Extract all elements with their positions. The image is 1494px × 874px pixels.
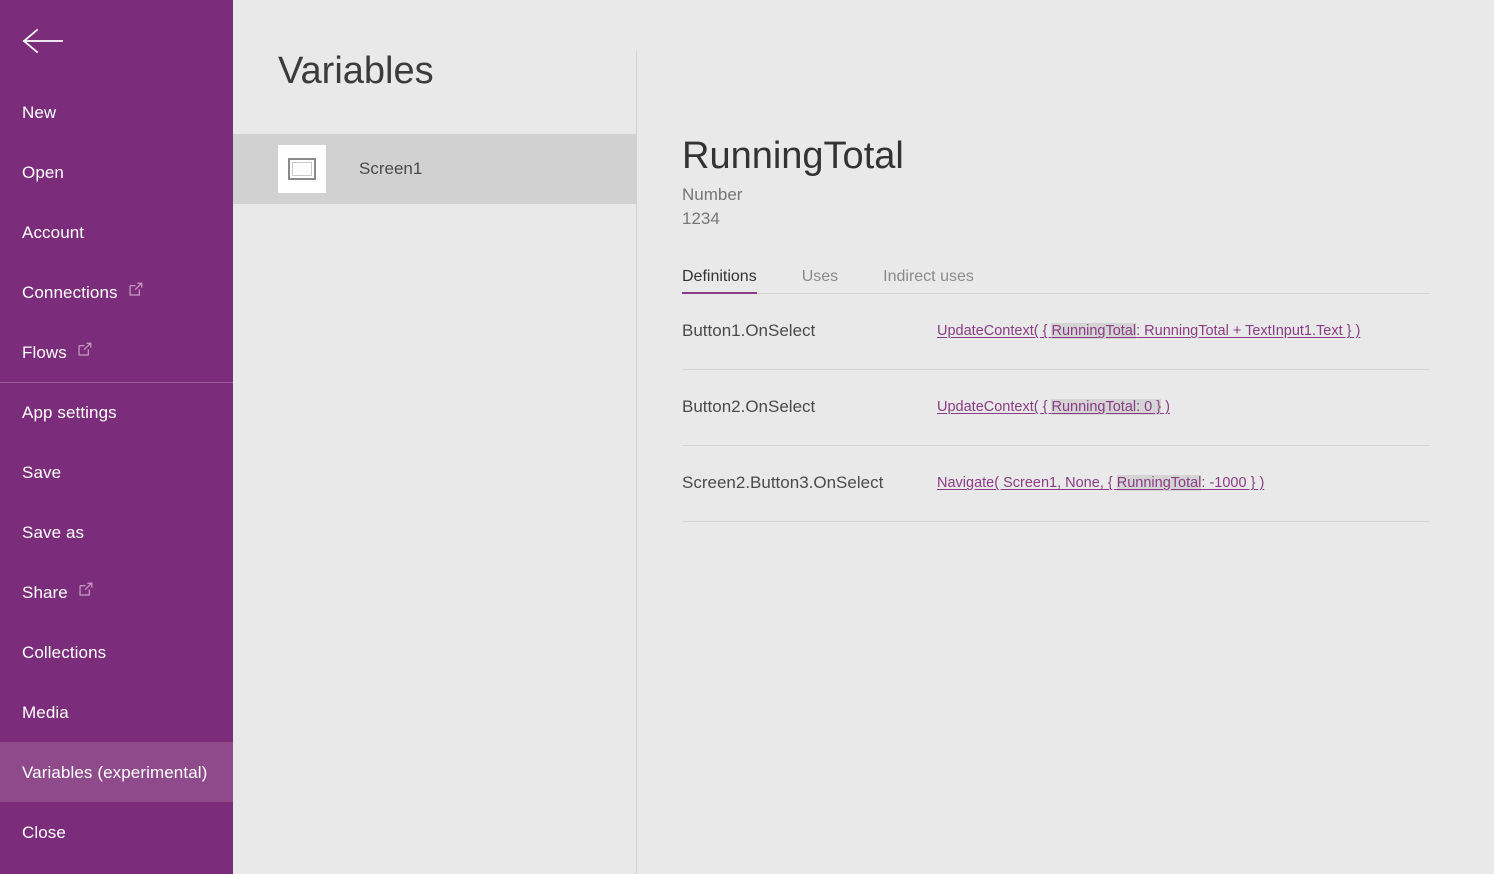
table-row: Button2.OnSelectUpdateContext( { Running… — [682, 370, 1429, 446]
sidebar-item-collections[interactable]: Collections — [0, 622, 233, 682]
left-sidebar: New Open Account Connections Flows App settin… — [0, 0, 233, 874]
sidebar-item-connections[interactable]: Connections — [0, 262, 233, 322]
sidebar-item-share[interactable]: Share — [0, 562, 233, 622]
table-row: Screen2.Button3.OnSelectNavigate( Screen… — [682, 446, 1429, 522]
formula-highlight: RunningTotal: 0 } — [1051, 399, 1161, 415]
external-link-icon — [79, 582, 93, 596]
sidebar-item-label: Media — [22, 704, 69, 721]
sidebar-item-app-settings[interactable]: App settings — [0, 382, 233, 442]
back-arrow-icon — [22, 27, 64, 55]
variables-list-panel: Variables Screen1 — [233, 0, 637, 874]
formula-highlight: RunningTotal — [1117, 475, 1202, 491]
formula-suffix: : RunningTotal + TextInput1.Text } ) — [1136, 323, 1360, 339]
sidebar-item-save[interactable]: Save — [0, 442, 233, 502]
sidebar-item-label: Open — [22, 164, 64, 181]
sidebar-item-label: Variables (experimental) — [22, 764, 207, 781]
tab-indirect-uses[interactable]: Indirect uses — [883, 269, 974, 294]
variable-value: 1234 — [682, 209, 1494, 229]
list-item-label: Screen1 — [359, 159, 422, 179]
formula-suffix: ) — [1161, 399, 1170, 415]
formula-prefix: UpdateContext( { — [937, 323, 1051, 339]
sidebar-item-label: Connections — [22, 284, 118, 301]
sidebar-item-label: Account — [22, 224, 84, 241]
sidebar-item-label: App settings — [22, 404, 117, 421]
definition-formula-link[interactable]: UpdateContext( { RunningTotal: 0 } ) — [937, 399, 1170, 415]
table-row: Button1.OnSelectUpdateContext( { Running… — [682, 294, 1429, 370]
sidebar-item-variables-experimental[interactable]: Variables (experimental) — [0, 742, 233, 802]
list-item-screen1[interactable]: Screen1 — [233, 134, 637, 204]
sidebar-item-label: Save as — [22, 524, 84, 541]
sidebar-nav-list: New Open Account Connections Flows App settin… — [0, 82, 233, 862]
sidebar-item-label: Share — [22, 584, 68, 601]
tab-uses[interactable]: Uses — [802, 269, 838, 294]
sidebar-item-new[interactable]: New — [0, 82, 233, 142]
definition-source: Button1.OnSelect — [682, 321, 937, 341]
tab-definitions[interactable]: Definitions — [682, 269, 757, 294]
sidebar-item-label: Flows — [22, 344, 67, 361]
sidebar-item-flows[interactable]: Flows — [0, 322, 233, 382]
sidebar-item-label: Collections — [22, 644, 106, 661]
sidebar-item-label: Save — [22, 464, 61, 481]
sidebar-item-account[interactable]: Account — [0, 202, 233, 262]
definition-source: Screen2.Button3.OnSelect — [682, 473, 937, 493]
definition-formula-link[interactable]: UpdateContext( { RunningTotal: RunningTo… — [937, 323, 1360, 339]
definition-source: Button2.OnSelect — [682, 397, 937, 417]
sidebar-item-save-as[interactable]: Save as — [0, 502, 233, 562]
formula-prefix: UpdateContext( { — [937, 399, 1051, 415]
formula-prefix: Navigate( Screen1, None, { — [937, 475, 1117, 491]
variable-name-heading: RunningTotal — [682, 136, 1494, 177]
external-link-icon — [129, 282, 143, 296]
external-link-icon — [78, 342, 92, 356]
detail-tabs: Definitions Uses Indirect uses — [682, 264, 1429, 294]
page-title: Variables — [233, 0, 637, 90]
variable-detail-panel: RunningTotal Number 1234 Definitions Uses… — [637, 0, 1494, 874]
sidebar-item-label: Close — [22, 824, 66, 841]
sidebar-item-media[interactable]: Media — [0, 682, 233, 742]
variable-type: Number — [682, 185, 1494, 205]
formula-highlight: RunningTotal — [1051, 323, 1136, 339]
powerapps-backstage: New Open Account Connections Flows App settin… — [0, 0, 1494, 874]
screen-icon — [278, 145, 326, 193]
sidebar-item-label: New — [22, 104, 56, 121]
formula-suffix: : -1000 } ) — [1201, 475, 1264, 491]
sidebar-item-open[interactable]: Open — [0, 142, 233, 202]
sidebar-item-close[interactable]: Close — [0, 802, 233, 862]
back-button[interactable] — [0, 0, 233, 82]
definitions-table: Button1.OnSelectUpdateContext( { Running… — [682, 294, 1429, 522]
definition-formula-link[interactable]: Navigate( Screen1, None, { RunningTotal:… — [937, 475, 1264, 491]
